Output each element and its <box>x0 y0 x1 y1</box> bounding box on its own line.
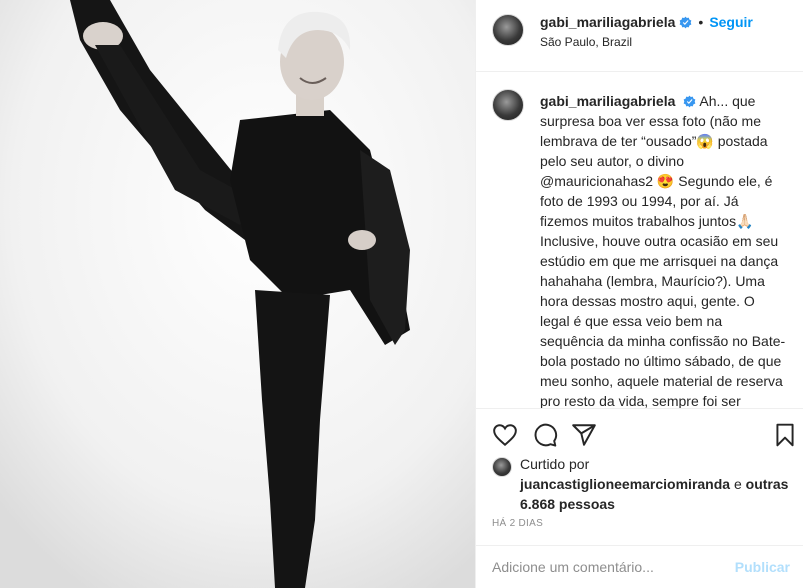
share-icon[interactable] <box>571 422 597 448</box>
verified-badge-icon <box>683 95 696 108</box>
liker-avatar[interactable] <box>492 457 512 477</box>
publish-button[interactable]: Publicar <box>735 559 790 575</box>
comment-input[interactable] <box>492 556 722 578</box>
post-photo[interactable] <box>0 0 475 588</box>
caption-section[interactable]: gabi_mariliagabriela Ah... que surpresa … <box>476 73 803 409</box>
comment-icon[interactable] <box>532 422 558 448</box>
dancer-photo-illustration <box>0 0 475 588</box>
separator-dot: • <box>698 14 704 30</box>
post-header: gabi_mariliagabriela • Seguir São Paulo,… <box>476 0 803 72</box>
liker-username[interactable]: juancastiglioneemarciomiranda <box>520 476 730 492</box>
post-timestamp[interactable]: HÁ 2 DIAS <box>492 518 543 529</box>
follow-button[interactable]: Seguir <box>709 14 753 30</box>
likes-joiner: e <box>733 476 742 492</box>
verified-badge-icon <box>680 16 692 28</box>
caption-body: Ah... que surpresa boa ver essa foto (nã… <box>540 93 786 409</box>
author-username[interactable]: gabi_mariliagabriela <box>540 14 675 30</box>
caption-author-avatar[interactable] <box>492 89 524 121</box>
action-bar <box>476 410 803 460</box>
heart-icon[interactable] <box>492 422 518 448</box>
post-side-panel: gabi_mariliagabriela • Seguir São Paulo,… <box>475 0 803 588</box>
likes-text: Curtido por juancastiglioneemarciomirand… <box>520 454 792 514</box>
bookmark-icon[interactable] <box>772 422 798 448</box>
liked-by-prefix: Curtido por <box>520 456 590 472</box>
caption-username[interactable]: gabi_mariliagabriela <box>540 93 675 109</box>
comment-form: Publicar <box>476 545 803 588</box>
caption-text: gabi_mariliagabriela Ah... que surpresa … <box>540 91 786 409</box>
author-row: gabi_mariliagabriela • Seguir <box>540 14 753 30</box>
post-location[interactable]: São Paulo, Brazil <box>540 35 632 49</box>
author-avatar[interactable] <box>492 14 524 46</box>
